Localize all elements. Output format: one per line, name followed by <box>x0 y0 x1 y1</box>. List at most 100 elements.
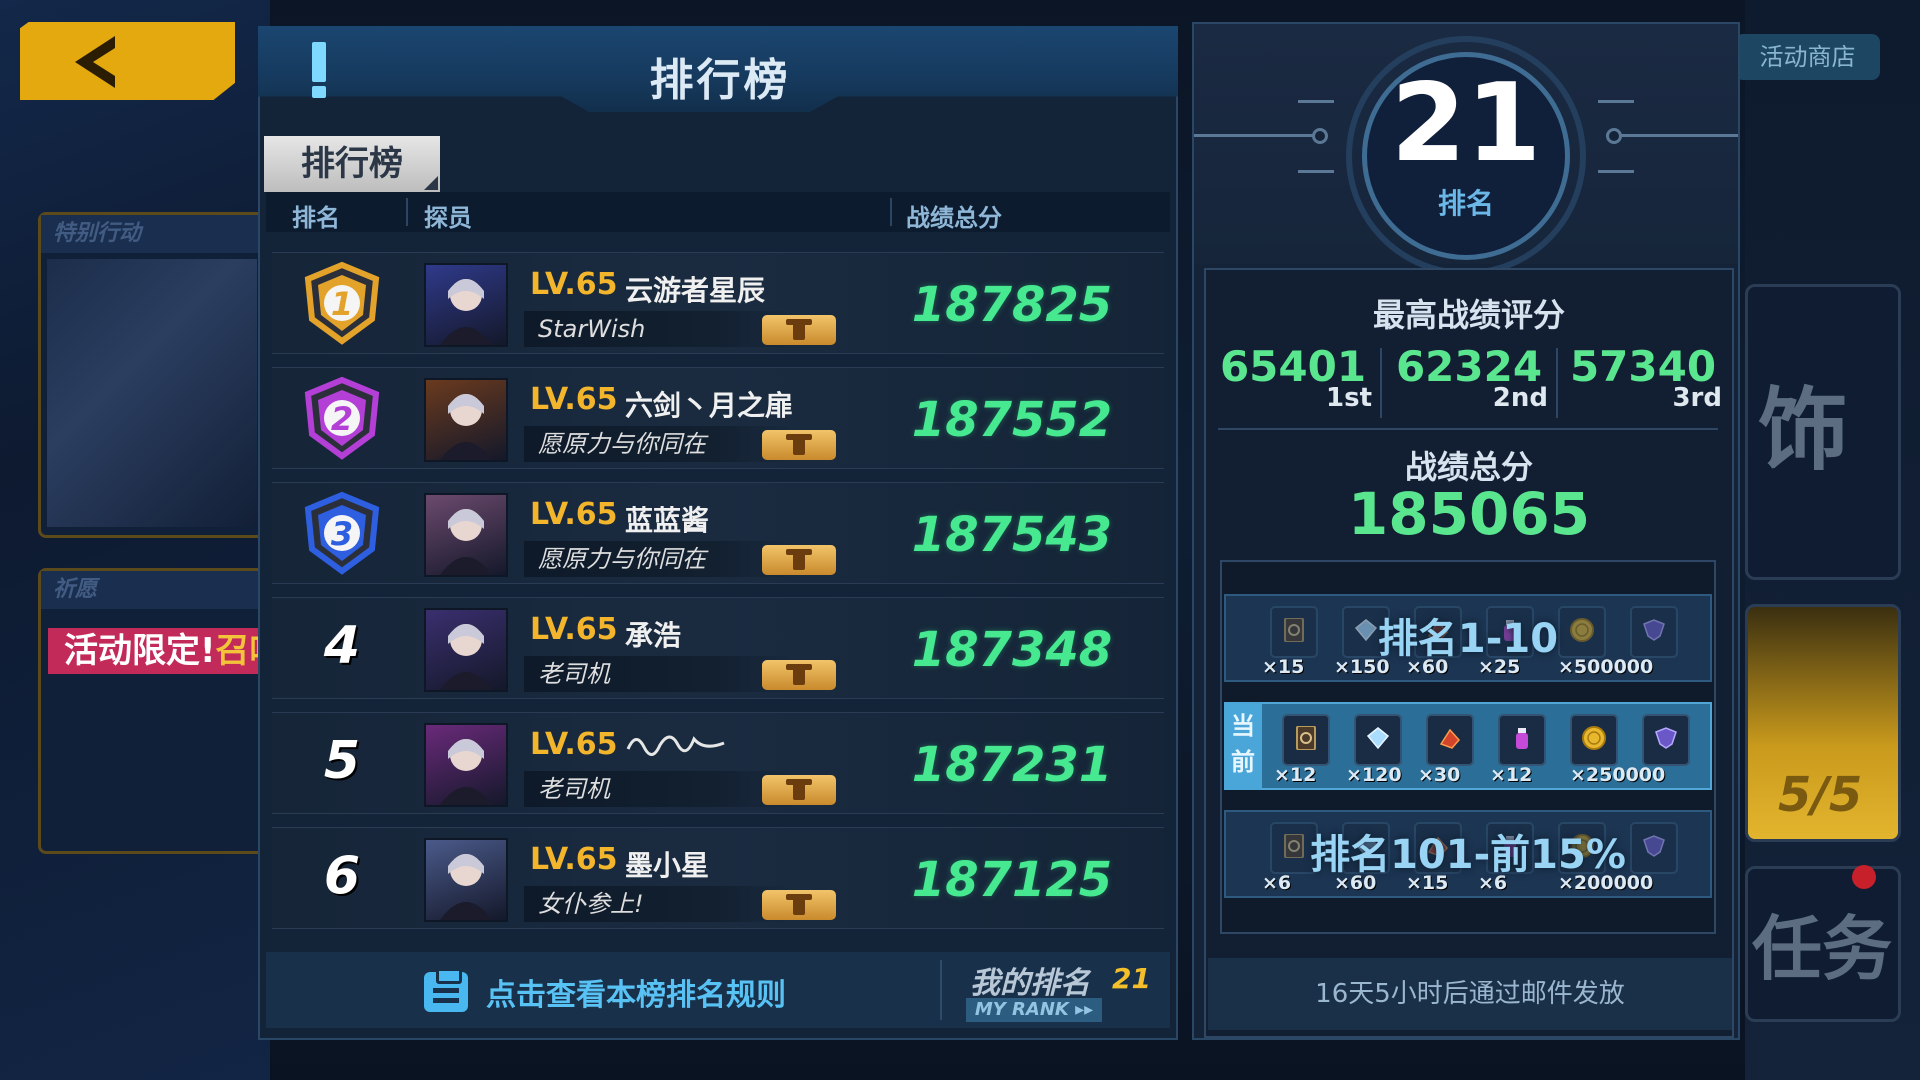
player-level: LV.65 <box>530 267 618 302</box>
player-name: 云游者星辰 <box>625 274 766 307</box>
emblem-icon[interactable] <box>1642 714 1690 766</box>
right-card-progress: 5/5 <box>1778 767 1863 823</box>
gift-icon[interactable] <box>762 775 836 805</box>
best-scores-title: 最高战绩评分 <box>1372 296 1565 334</box>
tab-leaderboard[interactable]: 排行榜 <box>264 136 440 192</box>
reward-tier-label: 排名101-前15% <box>1310 832 1626 878</box>
rank-medal-icon: 3 <box>304 491 380 575</box>
reward-quantity: ×250000 <box>1570 764 1666 786</box>
player-level: LV.65 <box>530 727 618 762</box>
crystal-icon[interactable] <box>1354 714 1402 766</box>
player-motto: 愿原力与你同在 <box>524 426 794 462</box>
signature-name-icon <box>626 735 725 756</box>
avatar[interactable] <box>424 723 508 807</box>
material-icon[interactable] <box>1426 714 1474 766</box>
player-motto: 愿原力与你同在 <box>524 541 794 577</box>
page-title: 排行榜 <box>649 55 791 106</box>
player-name: 六剑丶月之扉 <box>625 389 794 422</box>
leaderboard-footer: 点击查看本榜排名规则 我的排名 21 MY RANK ▸▸ <box>266 952 1170 1028</box>
side-card-wish[interactable]: 祈愿 <box>38 568 269 854</box>
player-score: 187825 <box>911 277 1113 333</box>
table-row[interactable]: 2 LV.65 六剑丶月之扉 愿原力与你同在 187552 <box>272 367 1164 469</box>
reward-quantity: ×12 <box>1490 764 1533 786</box>
player-level: LV.65 <box>530 842 618 877</box>
gift-icon[interactable] <box>762 430 836 460</box>
table-row[interactable]: 5 LV.65 老司机 187231 <box>272 712 1164 814</box>
total-score-value: 185065 <box>1347 480 1591 548</box>
right-card-text: 饰 <box>1758 378 1848 483</box>
side-card-tag: 祈愿 <box>41 571 266 609</box>
rank-medal-icon: 2 <box>304 376 380 460</box>
gift-icon[interactable] <box>762 545 836 575</box>
my-rank-button[interactable]: MY RANK ▸▸ <box>966 998 1102 1022</box>
back-button[interactable] <box>20 22 235 100</box>
reward-tier[interactable]: ×6 ×60 ×15 ×6 ×200000 排名101-前15% <box>1224 810 1712 898</box>
column-rank: 排名 <box>292 204 340 232</box>
reward-tier[interactable]: ×12 ×120 ×30 ×12 ×250000 <box>1224 702 1712 790</box>
avatar[interactable] <box>424 378 508 462</box>
my-rank-number: 21 <box>1390 61 1542 186</box>
best-score-2: 62324 2nd <box>1384 342 1554 413</box>
my-rank-caption: 排名 <box>1437 187 1494 220</box>
document-icon <box>424 968 468 1012</box>
rank-number: 6 <box>323 846 361 906</box>
notification-dot <box>1852 865 1876 889</box>
best-score-1: 65401 1st <box>1208 342 1378 413</box>
rank-number: 4 <box>323 616 361 676</box>
player-name: 墨小星 <box>625 849 710 882</box>
table-row[interactable]: 3 LV.65 蓝蓝酱 愿原力与你同在 187543 <box>272 482 1164 584</box>
player-level: LV.65 <box>530 612 618 647</box>
reward-tier-label: 排名1-10 <box>1377 616 1559 662</box>
avatar[interactable] <box>424 608 508 692</box>
my-rank-label: 我的排名 <box>970 966 1090 1001</box>
info-icon[interactable] <box>312 42 326 98</box>
my-rank-value: 21 <box>1112 962 1151 995</box>
current-tier-tag: 当前 <box>1224 702 1262 790</box>
player-score: 187543 <box>911 507 1113 563</box>
side-card-special-operation[interactable]: 特别行动 <box>38 212 269 538</box>
player-score: 187125 <box>911 852 1113 908</box>
avatar[interactable] <box>424 838 508 922</box>
gold-coin-icon[interactable] <box>1570 714 1618 766</box>
rank-number: 5 <box>323 731 361 791</box>
avatar[interactable] <box>424 263 508 347</box>
svg-text:3: 3 <box>331 515 353 553</box>
event-shop-button[interactable]: 活动商店 <box>1735 34 1880 80</box>
table-row[interactable]: 6 LV.65 墨小星 女仆参上! 187125 <box>272 827 1164 929</box>
player-name: 承浩 <box>625 619 682 652</box>
player-score: 187231 <box>911 737 1113 793</box>
gift-icon[interactable] <box>762 660 836 690</box>
table-row[interactable]: 1 LV.65 云游者星辰 StarWish 187825 <box>272 252 1164 354</box>
banner-text: 活动限定! <box>64 631 216 671</box>
avatar[interactable] <box>424 493 508 577</box>
player-score: 187552 <box>911 392 1113 448</box>
ranking-rules-link[interactable]: 点击查看本榜排名规则 <box>486 970 786 1014</box>
player-motto: 老司机 <box>524 656 794 692</box>
side-card-tag: 特别行动 <box>41 215 266 253</box>
background-left <box>0 0 270 1080</box>
gift-icon[interactable] <box>762 315 836 345</box>
player-score: 187348 <box>911 622 1113 678</box>
player-motto: 女仆参上! <box>524 886 794 922</box>
card-icon[interactable] <box>1282 714 1330 766</box>
limited-summon-banner: 活动限定!召唤 <box>48 628 284 674</box>
player-name: 蓝蓝酱 <box>625 504 710 537</box>
player-motto: 老司机 <box>524 771 794 807</box>
reward-quantity: ×30 <box>1418 764 1461 786</box>
right-card-2[interactable]: 5/5 <box>1745 604 1901 842</box>
player-motto: StarWish <box>524 311 794 347</box>
exp-potion-icon[interactable] <box>1498 714 1546 766</box>
side-card-art <box>47 259 257 527</box>
column-score: 战绩总分 <box>906 204 1002 232</box>
table-row[interactable]: 4 LV.65 承浩 老司机 187348 <box>272 597 1164 699</box>
reward-quantity: ×12 <box>1274 764 1317 786</box>
right-card-1[interactable]: 饰 <box>1745 284 1901 580</box>
right-card-text: 任务 <box>1752 908 1892 990</box>
svg-text:2: 2 <box>331 400 353 438</box>
table-header: 排名 探员 战绩总分 <box>266 192 1170 232</box>
right-card-3[interactable]: 任务 <box>1745 865 1901 1022</box>
svg-text:1: 1 <box>331 285 353 323</box>
gift-icon[interactable] <box>762 890 836 920</box>
reward-tier[interactable]: ×15 ×150 ×60 ×25 ×500000 排名1-10 <box>1224 594 1712 682</box>
best-score-3: 57340 3rd <box>1558 342 1728 413</box>
